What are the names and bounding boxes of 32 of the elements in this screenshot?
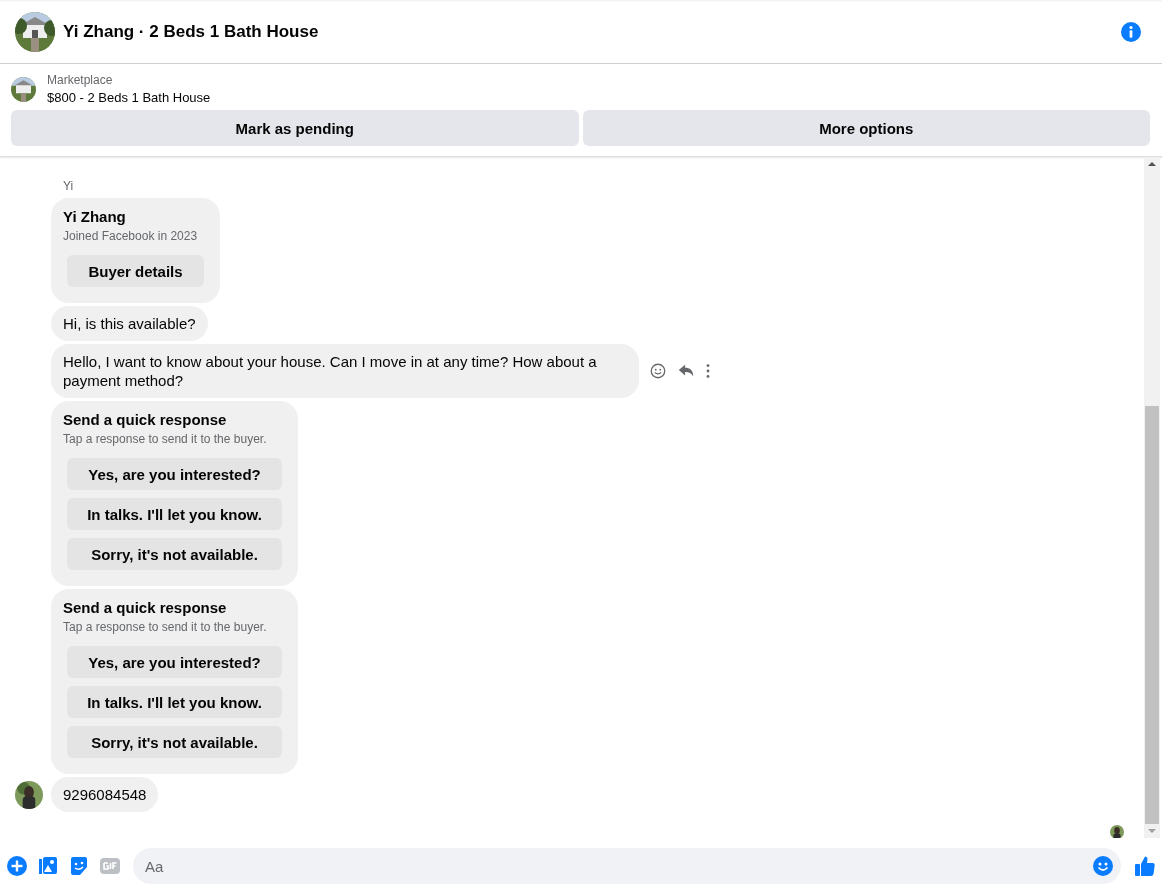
scrollbar[interactable] [1144,157,1160,838]
quick-response-button[interactable]: Sorry, it's not available. [67,538,282,570]
message-input[interactable]: Aa [133,848,1121,884]
listing-action-button[interactable]: More options [582,110,1150,146]
quick-response-title: Send a quick response [63,598,228,617]
emoji-icon[interactable] [649,362,667,380]
quick-response-button[interactable]: Yes, are you interested? [67,646,282,678]
buyer-name: Yi Zhang [63,207,127,226]
quick-response-button[interactable]: In talks. I'll let you know. [67,498,282,530]
listing-source: Marketplace [47,73,114,87]
conversation-title: Yi Zhang · 2 Beds 1 Bath House [63,21,320,42]
quick-response-title: Send a quick response [63,410,228,429]
message-bubble: 9296084548 [51,777,159,812]
sender-name: Yi [63,179,75,193]
quick-response-hint: Tap a response to send it to the buyer. [63,620,268,634]
thumbs-up-icon[interactable] [1134,855,1156,877]
plus-icon[interactable] [7,856,27,876]
quick-response-button[interactable]: Yes, are you interested? [67,458,282,490]
image-icon[interactable] [38,856,58,876]
listing-action-button[interactable]: Mark as pending [11,110,579,146]
emoji-icon[interactable] [1093,856,1113,876]
listing-title[interactable]: $800 - 2 Beds 1 Bath House [47,90,211,105]
message-bubble: Hi, is this available? [51,306,208,341]
quick-response-button[interactable]: Sorry, it's not available. [67,726,282,758]
sticker-icon[interactable] [69,856,89,876]
more-icon[interactable] [705,362,711,380]
buyer-joined: Joined Facebook in 2023 [63,229,199,243]
buyer-details-button[interactable]: Buyer details [67,255,204,287]
quick-response-hint: Tap a response to send it to the buyer. [63,432,268,446]
message-bubble: Hello, I want to know about your house. Can I move in at any time? How about a payment method? [51,344,639,398]
info-icon[interactable] [1121,21,1141,42]
quick-response-button[interactable]: In talks. I'll let you know. [67,686,282,718]
